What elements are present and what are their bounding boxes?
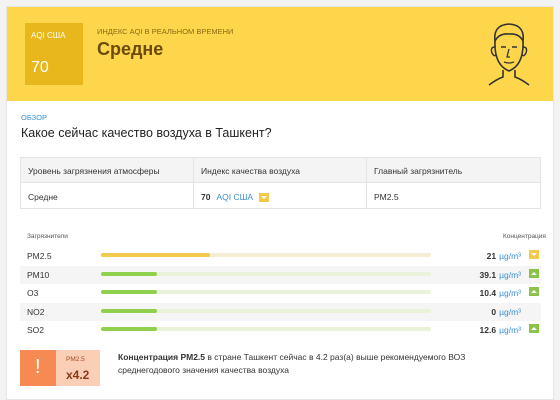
warning-multiplier: x4.2 — [66, 368, 90, 382]
trend-down-icon — [529, 250, 539, 259]
trend-up-icon — [529, 287, 539, 296]
concentration-unit: µg/m³ — [499, 269, 521, 280]
warning-pollutant: PM2.5 — [66, 356, 85, 363]
summary-table: Уровень загрязнения атмосферы Индекс кач… — [20, 157, 541, 209]
warning-badge: ! — [20, 350, 56, 386]
pollutant-concentration: 12.6 µg/m³ — [480, 325, 521, 335]
pollutant-row: SO2 12.6 µg/m³ — [20, 321, 541, 339]
header-main-pollutant: Главный загрязнитель — [374, 166, 463, 176]
aqi-card: AQI США 70 ИНДЕКС AQI В РЕАЛЬНОМ ВРЕМЕНИ… — [6, 6, 554, 400]
concentration-bar-fill — [101, 271, 157, 276]
header-air-quality-index: Индекс качества воздуха — [201, 166, 301, 176]
column-divider — [366, 158, 367, 208]
aqi-badge-label: AQI США — [31, 31, 66, 40]
concentration-bar — [101, 308, 431, 313]
concentration-value: 21 — [486, 251, 497, 261]
pollutant-concentration: 21 µg/m³ — [487, 251, 521, 261]
concentration-value: 0 — [491, 306, 497, 317]
concentration-value: 12.6 — [479, 325, 497, 335]
pollutant-concentration: 0 µg/m³ — [491, 307, 521, 317]
aqi-badge-value: 70 — [31, 59, 49, 76]
concentration-value: 39.1 — [479, 269, 497, 280]
concentration-value: 10.4 — [479, 288, 497, 298]
exclamation-icon: ! — [35, 356, 41, 378]
cell-pollution-level: Средне — [28, 192, 58, 202]
warning-message-bold: Концентрация PM2.5 — [118, 352, 206, 362]
concentration-column-label: Концентрация — [503, 233, 546, 240]
overview-section-label: ОБЗОР — [21, 113, 47, 122]
pollutant-row: O3 10.4 µg/m³ — [20, 284, 541, 302]
concentration-bar-fill — [101, 308, 157, 313]
pollutant-name: NO2 — [27, 306, 45, 317]
pollutant-row: PM2.5 21 µg/m³ — [20, 247, 541, 265]
concentration-unit: µg/m³ — [499, 306, 521, 317]
aqi-level-title: Средне — [97, 39, 164, 59]
chevron-down-icon[interactable] — [259, 193, 270, 203]
column-divider — [193, 158, 194, 208]
cell-main-pollutant: PM2.5 — [374, 192, 399, 202]
live-aqi-label: ИНДЕКС AQI В РЕАЛЬНОМ ВРЕМЕНИ — [97, 27, 234, 36]
aqi-badge: AQI США 70 — [25, 23, 83, 85]
trend-up-icon — [529, 268, 539, 278]
concentration-bar-fill — [101, 253, 210, 257]
warning-multiplier-box: PM2.5 x4.2 — [56, 350, 100, 386]
cell-aqi-number: 70 — [201, 192, 211, 202]
cell-aqi: 70 AQI США — [201, 192, 270, 203]
pollutant-row: NO2 0 µg/m³ — [20, 302, 541, 321]
pollutant-row: PM10 39.1 µg/m³ — [20, 265, 541, 284]
trend-up-icon — [529, 324, 539, 333]
concentration-bar — [101, 290, 431, 294]
pollutant-concentration: 10.4 µg/m³ — [480, 288, 521, 298]
concentration-unit: µg/m³ — [499, 251, 521, 261]
concentration-unit: µg/m³ — [499, 325, 521, 335]
concentration-unit: µg/m³ — [499, 288, 521, 298]
cell-aqi-unit[interactable]: AQI США — [216, 192, 253, 202]
person-face-icon — [488, 23, 530, 86]
pollutant-name: O3 — [27, 288, 39, 298]
pollutant-name: SO2 — [27, 325, 45, 335]
aqi-banner: AQI США 70 ИНДЕКС AQI В РЕАЛЬНОМ ВРЕМЕНИ… — [7, 7, 553, 101]
concentration-bar-fill — [101, 290, 157, 294]
warning-message: Концентрация PM2.5 в стране Ташкент сейч… — [118, 351, 478, 377]
pollutant-name: PM2.5 — [27, 251, 52, 261]
overview-question: Какое сейчас качество воздуха в Ташкент? — [21, 126, 272, 140]
header-pollution-level: Уровень загрязнения атмосферы — [28, 166, 160, 176]
concentration-bar — [101, 271, 431, 276]
concentration-bar — [101, 253, 431, 257]
concentration-bar — [101, 327, 431, 331]
pollutant-concentration: 39.1 µg/m³ — [480, 270, 521, 280]
pollutants-column-label: Загрязнители — [27, 233, 68, 240]
pollutant-name: PM10 — [27, 269, 50, 280]
concentration-bar-fill — [101, 327, 157, 331]
